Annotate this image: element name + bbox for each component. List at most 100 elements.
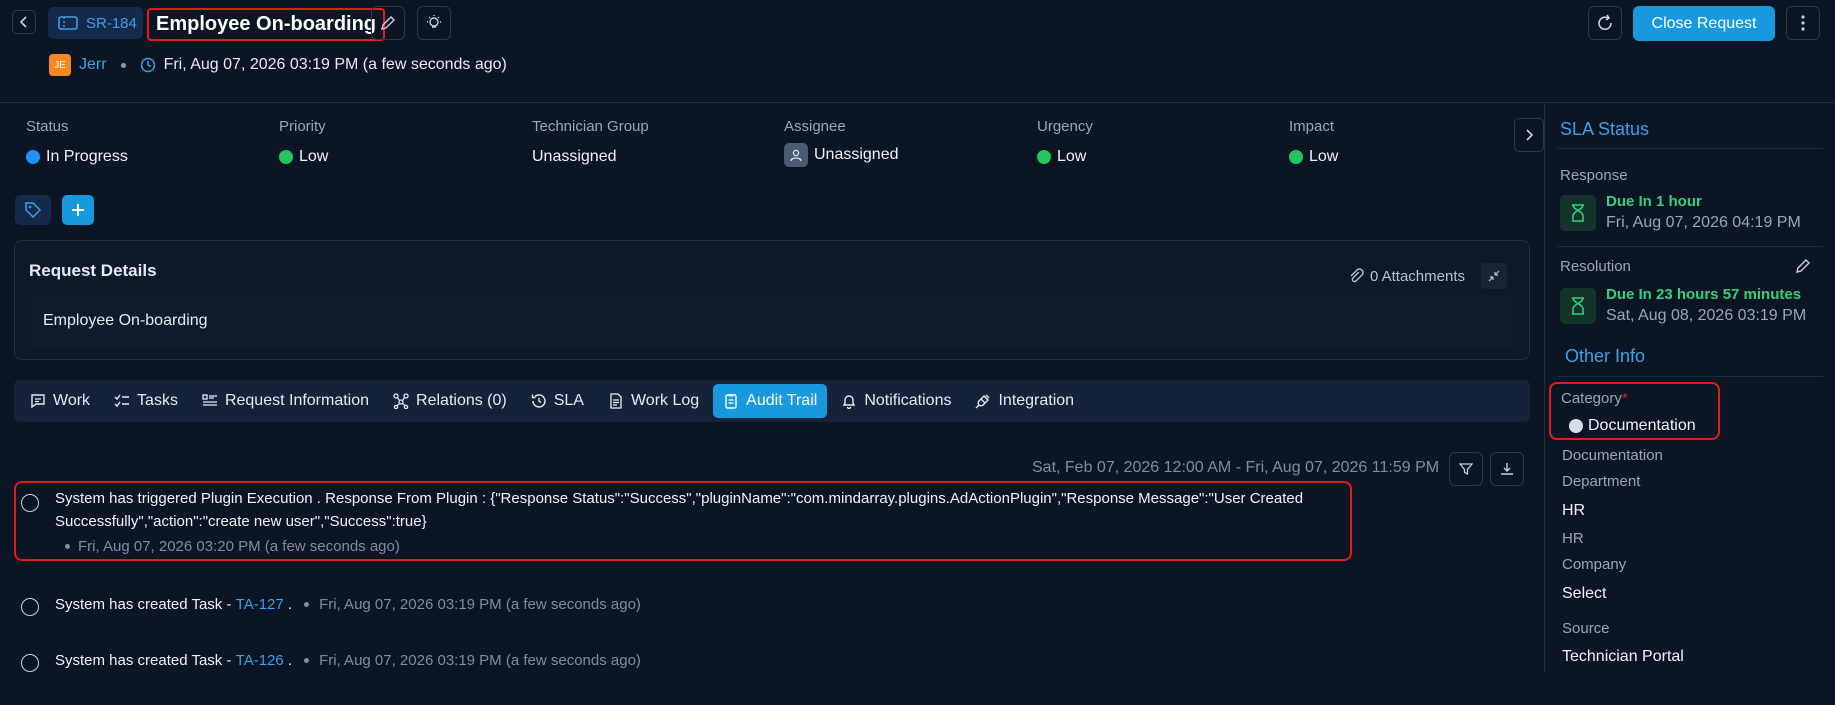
document-icon [610,393,622,409]
tab-work-log[interactable]: Work Log [598,384,709,418]
tag-icon [25,202,42,219]
category-value: Documentation [1588,417,1696,434]
category-field[interactable]: Documentation [1569,417,1696,435]
tag-button[interactable] [15,195,51,225]
details-description: Employee On-boarding [25,295,1519,347]
date-range: Sat, Feb 07, 2026 12:00 AM - Fri, Aug 07… [1032,459,1440,476]
department-value[interactable]: HR [1562,502,1585,520]
response-label: Response [1560,167,1628,184]
page-title: Employee On-boarding [147,8,386,41]
category-dot [1569,419,1583,433]
idea-button[interactable] [417,6,451,40]
audit-entry-suffix: . [283,596,293,613]
download-icon [1501,463,1513,475]
timeline-marker [21,654,39,672]
tab-notifications[interactable]: Notifications [831,384,961,418]
avatar: JE [49,54,71,76]
tab-relations[interactable]: Relations (0) [383,384,517,418]
bell-icon [843,395,856,409]
close-request-button[interactable]: Close Request [1633,6,1775,41]
attachments-link[interactable]: 0 Attachments [1348,263,1507,289]
refresh-button[interactable] [1588,6,1622,40]
tab-label: Work [53,392,91,409]
tab-integration[interactable]: Integration [965,384,1084,418]
sla-status-title: SLA Status [1560,119,1650,139]
back-button[interactable] [12,10,36,34]
department-label: Department [1562,473,1641,490]
field-label: Assignee [784,118,846,135]
timeline-marker [21,494,39,512]
list-icon [202,394,217,406]
response-sla: Due In 1 hour Fri, Aug 07, 2026 04:19 PM [1606,193,1801,232]
add-tag-button[interactable] [62,195,94,225]
source-label: Source [1562,620,1610,637]
audit-entry: System has created Task - TA-127 . Fri, … [55,593,641,616]
filter-button[interactable] [1449,452,1483,486]
tab-label: Relations (0) [416,392,507,409]
collapse-icon[interactable] [1481,263,1507,289]
lightbulb-icon [427,15,441,28]
status-dot [26,150,40,164]
department-hint: HR [1562,530,1584,547]
divider [1558,148,1823,149]
panel-divider [1544,103,1545,673]
request-id-badge: SR-184 [48,7,143,39]
request-details-card: Request Details 0 Attachments Employee O… [14,240,1530,360]
hourglass-icon [1560,195,1596,231]
tab-sla[interactable]: SLA [521,384,594,418]
field-priority[interactable]: Priority Low [279,118,328,166]
source-value[interactable]: Technician Portal [1562,648,1684,666]
tab-label: Request Information [224,392,370,409]
created-time: Fri, Aug 07, 2026 03:19 PM (a few second… [163,56,507,73]
field-impact[interactable]: Impact Low [1289,118,1338,166]
priority-value: Low [299,148,329,165]
tab-work[interactable]: Work [20,384,100,418]
audit-entry: System has created Task - TA-126 . Fri, … [55,649,641,672]
toggle-panel-button[interactable] [1514,118,1544,152]
required-marker: * [1621,390,1628,407]
audit-entry-time: Fri, Aug 07, 2026 03:19 PM (a few second… [319,596,641,613]
audit-entry-text: System has created Task - [55,652,236,669]
separator-dot [120,62,126,68]
field-label: Urgency [1037,118,1093,135]
response-due: Due In 1 hour [1606,193,1702,210]
tab-request-information[interactable]: Request Information [192,384,379,418]
request-id: SR-184 [86,14,137,32]
more-options-button[interactable] [1786,6,1820,40]
tab-audit-trail[interactable]: Audit Trail [713,384,828,418]
urgency-dot [1037,150,1051,164]
task-link[interactable]: TA-126 [236,649,284,672]
other-info-title: Other Info [1565,346,1646,366]
tab-label: SLA [553,392,584,409]
requester-link[interactable]: Jerr [79,56,107,74]
impact-dot [1289,150,1303,164]
edit-title-button[interactable] [371,6,405,40]
audit-entry-time: Fri, Aug 07, 2026 03:20 PM (a few second… [55,538,1345,555]
audit-time-text: Fri, Aug 07, 2026 03:20 PM (a few second… [78,538,400,555]
header-divider [0,102,1835,103]
company-select[interactable]: Select [1562,585,1606,603]
field-assignee[interactable]: Assignee Unassigned [784,118,899,167]
audit-entry: System has triggered Plugin Execution . … [55,487,1345,555]
refresh-icon [1598,14,1612,30]
field-technician-group[interactable]: Technician Group Unassigned [532,118,649,166]
download-button[interactable] [1490,452,1524,486]
tab-label: Notifications [864,392,952,409]
tab-bar: Work Tasks Request Information Relations… [14,380,1530,422]
history-icon [531,394,546,408]
resolution-date: Sat, Aug 08, 2026 03:19 PM [1606,307,1807,324]
audit-entry-text-continued: Successfully","action":"create new user"… [55,513,427,530]
audit-entry-suffix: . [283,652,293,669]
attachments-count: 0 Attachments [1369,267,1465,285]
user-icon [784,143,808,167]
chat-icon [31,394,45,409]
edit-resolution-button[interactable] [1795,258,1811,274]
task-link[interactable]: TA-127 [236,593,284,616]
details-title: Request Details [29,261,157,280]
paperclip-icon [1350,268,1364,283]
category-label-text: Category [1561,390,1622,407]
tab-tasks[interactable]: Tasks [104,384,188,418]
field-urgency[interactable]: Urgency Low [1037,118,1093,166]
status-value: In Progress [46,148,128,165]
field-status[interactable]: Status In Progress [26,118,128,166]
